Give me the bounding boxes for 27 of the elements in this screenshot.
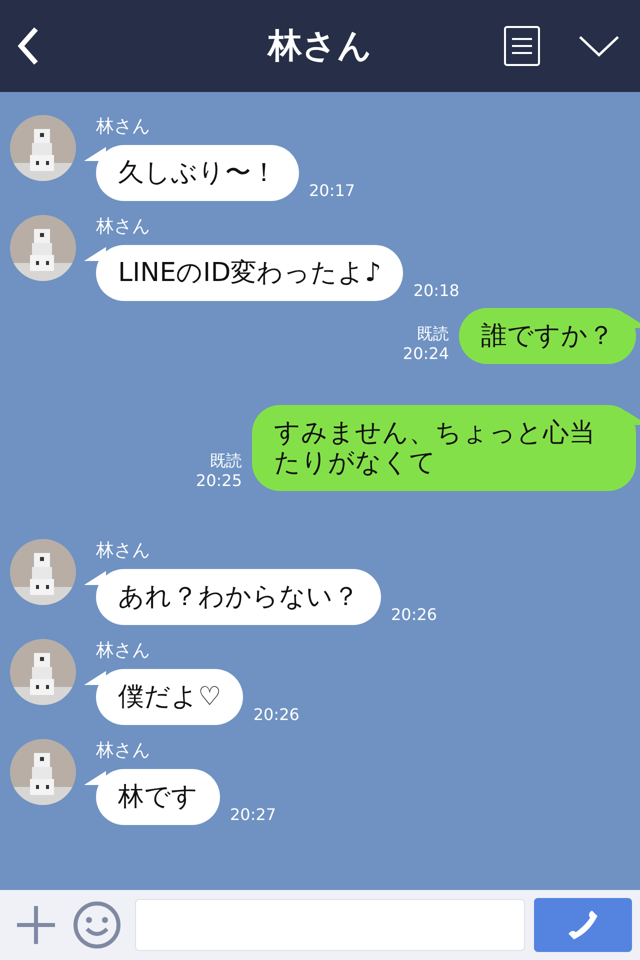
message-bubble: 久しぶり〜！ <box>84 145 299 201</box>
message-bubble: 林です <box>84 769 220 825</box>
menu-icon[interactable] <box>504 26 540 66</box>
read-label: 既読 <box>210 451 242 471</box>
smiley-icon[interactable] <box>73 901 121 949</box>
message-input-field[interactable] <box>135 899 525 951</box>
timestamp: 20:26 <box>253 705 300 725</box>
timestamp: 20:25 <box>196 471 242 491</box>
timestamp: 20:24 <box>402 344 449 364</box>
timestamp: 20:26 <box>391 605 438 625</box>
sender-name: 林さん <box>96 739 151 763</box>
read-label: 既読 <box>417 324 449 344</box>
sender-name: 林さん <box>96 639 151 663</box>
timestamp: 20:17 <box>309 181 356 201</box>
chat-title: 林さん <box>268 25 372 68</box>
plus-icon[interactable] <box>15 904 57 946</box>
message-bubble: あれ？わからない？ <box>84 569 381 625</box>
message-bubble: LINEのID変わったよ♪ <box>84 245 404 301</box>
call-button[interactable] <box>534 898 632 952</box>
chevron-down-icon[interactable] <box>578 35 620 57</box>
back-icon[interactable] <box>16 26 40 66</box>
sender-name: 林さん <box>96 215 151 239</box>
sender-name: 林さん <box>96 539 151 563</box>
timestamp: 20:18 <box>413 281 460 301</box>
sender-name: 林さん <box>96 115 151 139</box>
message-bubble: 僕だよ♡ <box>84 669 244 725</box>
timestamp: 20:27 <box>230 805 276 825</box>
